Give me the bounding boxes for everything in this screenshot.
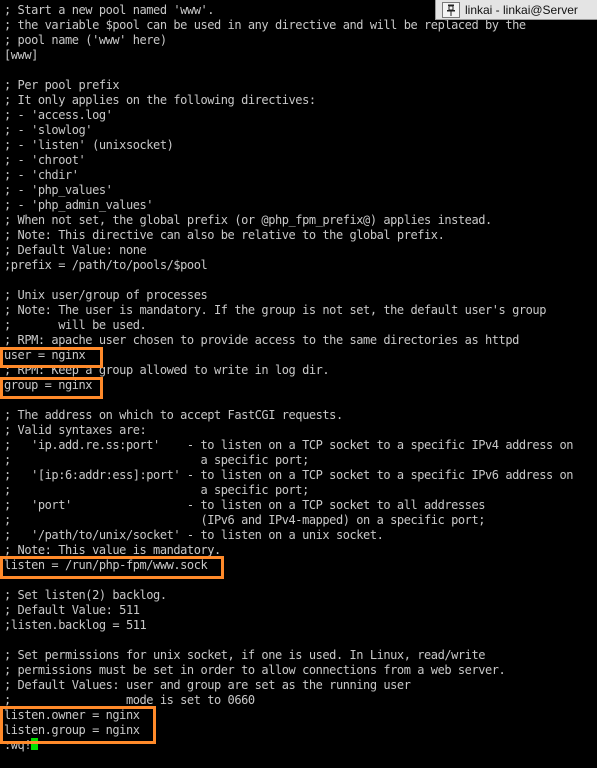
terminal-line: ; - 'chroot' (4, 153, 86, 167)
terminal-line: ; - 'access.log' (4, 108, 113, 122)
terminal-line: listen.owner = nginx (4, 708, 140, 722)
terminal-text: ; Start a new pool named 'www'.; the var… (4, 3, 574, 753)
terminal-line: ; - 'php_values' (4, 183, 113, 197)
terminal-line: listen = /run/php-fpm/www.sock (4, 558, 208, 572)
terminal-line: ; - 'chdir' (4, 168, 79, 182)
terminal-line: ; the variable $pool can be used in any … (4, 18, 526, 32)
terminal-line: listen.group = nginx (4, 723, 140, 737)
terminal-line: ; Note: This value is mandatory. (4, 543, 221, 557)
terminal-line: user = nginx (4, 348, 86, 362)
terminal-line: ; Per pool prefix (4, 78, 120, 92)
terminal-line: ;prefix = /path/to/pools/$pool (4, 258, 208, 272)
terminal-line: ; Set listen(2) backlog. (4, 588, 167, 602)
vim-command-line[interactable]: :wq! (4, 738, 573, 753)
terminal-line: ; mode is set to 0660 (4, 693, 255, 707)
terminal-line: ; a specific port; (4, 483, 309, 497)
terminal-line: ; 'port' - to listen on a TCP socket to … (4, 498, 485, 512)
terminal-line: ; - 'slowlog' (4, 123, 93, 137)
terminal-line: ; permissions must be set in order to al… (4, 663, 506, 677)
window-title: linkai - linkai@Server (465, 2, 578, 17)
terminal-line: group = nginx (4, 378, 93, 392)
window-title-tab[interactable]: linkai - linkai@Server (435, 0, 597, 20)
command-text: :wq! (4, 738, 32, 752)
terminal-line: ; '/path/to/unix/socket' - to listen on … (4, 528, 384, 542)
terminal-line: ; '[ip:6:addr:ess]:port' - to listen on … (4, 468, 574, 482)
terminal-line: ; will be used. (4, 318, 147, 332)
text-cursor (31, 738, 39, 750)
terminal-line: ; Default Value: 511 (4, 603, 140, 617)
terminal-line: ; Default Value: none (4, 243, 147, 257)
terminal-line: ; a specific port; (4, 453, 309, 467)
terminal-line: ;listen.backlog = 511 (4, 618, 147, 632)
terminal-line: ; It only applies on the following direc… (4, 93, 316, 107)
terminal-line: ; - 'listen' (unixsocket) (4, 138, 174, 152)
terminal-line: ; The address on which to accept FastCGI… (4, 408, 343, 422)
terminal-line: ; Note: This directive can also be relat… (4, 228, 445, 242)
terminal-line: ; pool name ('www' here) (4, 33, 167, 47)
terminal-line: ; Unix user/group of processes (4, 288, 208, 302)
terminal-line: ; Valid syntaxes are: (4, 423, 147, 437)
terminal-line: ; RPM: Keep a group allowed to write in … (4, 363, 330, 377)
terminal-line: ; Default Values: user and group are set… (4, 678, 411, 692)
terminal-line: [www] (4, 48, 38, 62)
terminal-line: ; Note: The user is mandatory. If the gr… (4, 303, 546, 317)
terminal-line: ; (IPv6 and IPv4-mapped) on a specific p… (4, 513, 485, 527)
terminal-line: ; RPM: apache user chosen to provide acc… (4, 333, 519, 347)
pin-icon[interactable] (442, 1, 460, 18)
terminal-line: ; Set permissions for unix socket, if on… (4, 648, 485, 662)
terminal-window[interactable]: ; Start a new pool named 'www'.; the var… (0, 0, 597, 768)
terminal-line: ; When not set, the global prefix (or @p… (4, 213, 492, 227)
terminal-line: ; - 'php_admin_values' (4, 198, 154, 212)
terminal-line: ; 'ip.add.re.ss:port' - to listen on a T… (4, 438, 574, 452)
